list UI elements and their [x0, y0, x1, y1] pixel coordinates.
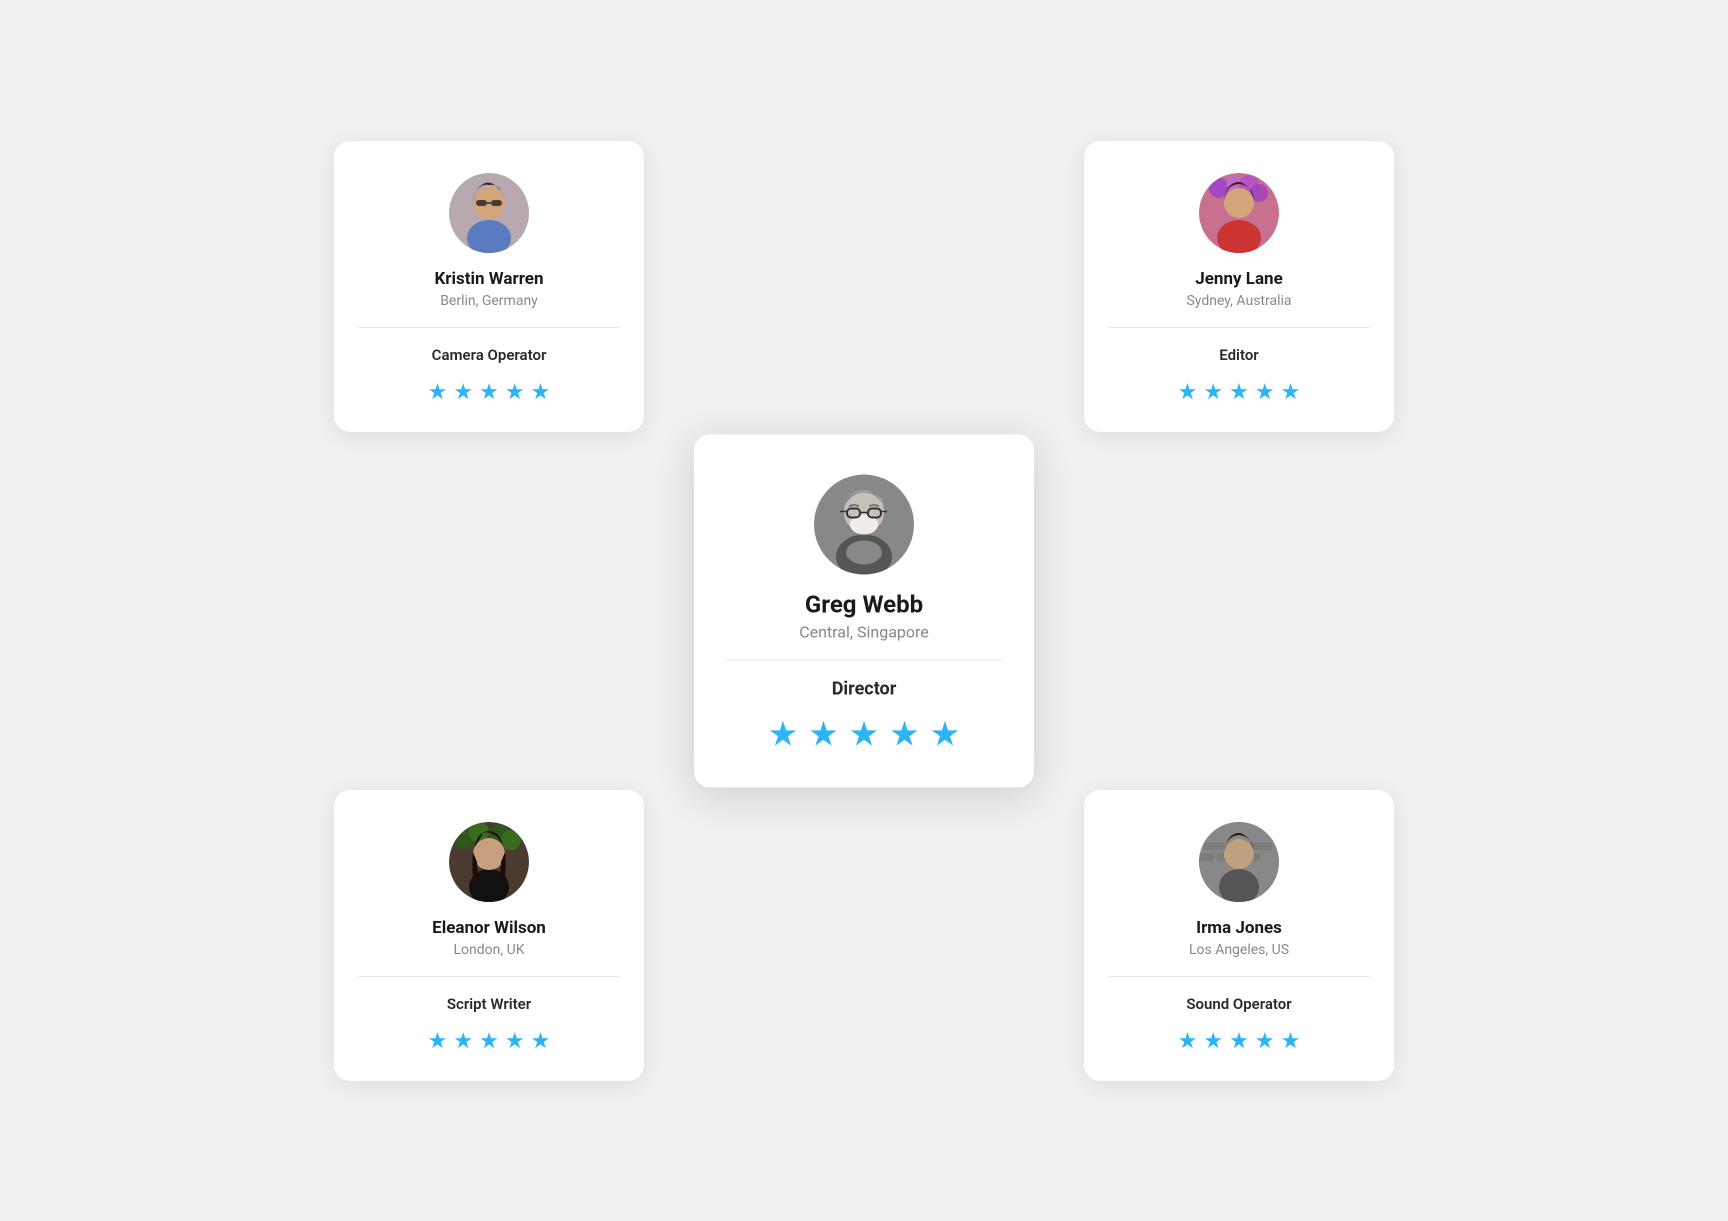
name-greg: Greg Webb	[805, 590, 923, 618]
role-greg: Director	[832, 678, 897, 699]
star-5: ★	[1281, 382, 1301, 404]
star-3: ★	[1229, 1031, 1249, 1053]
location-greg: Central, Singapore	[799, 622, 929, 641]
role-jenny: Editor	[1219, 346, 1258, 364]
star-1: ★	[428, 382, 448, 404]
star-4: ★	[505, 382, 525, 404]
name-kristin: Kristin Warren	[435, 269, 544, 289]
star-5: ★	[531, 1031, 551, 1053]
avatar-jenny	[1199, 173, 1279, 253]
stars-kristin: ★ ★ ★ ★ ★	[428, 382, 551, 404]
divider	[1108, 976, 1370, 977]
star-5: ★	[531, 382, 551, 404]
divider	[358, 976, 620, 977]
star-1: ★	[1178, 1031, 1198, 1053]
cards-scene: Kristin Warren Berlin, Germany Camera Op…	[314, 121, 1414, 1101]
name-jenny: Jenny Lane	[1195, 269, 1283, 289]
star-3: ★	[1229, 382, 1249, 404]
role-irma: Sound Operator	[1186, 995, 1291, 1013]
star-1: ★	[1178, 382, 1198, 404]
card-kristin-warren[interactable]: Kristin Warren Berlin, Germany Camera Op…	[334, 141, 644, 432]
name-irma: Irma Jones	[1196, 918, 1282, 938]
location-jenny: Sydney, Australia	[1186, 293, 1291, 309]
star-4: ★	[1255, 382, 1275, 404]
stars-greg: ★ ★ ★ ★ ★	[768, 717, 960, 751]
star-5: ★	[930, 717, 960, 751]
card-jenny-lane[interactable]: Jenny Lane Sydney, Australia Editor ★ ★ …	[1084, 141, 1394, 432]
role-kristin: Camera Operator	[432, 346, 547, 364]
divider	[358, 327, 620, 328]
card-greg-webb[interactable]: Greg Webb Central, Singapore Director ★ …	[694, 434, 1034, 787]
star-4: ★	[505, 1031, 525, 1053]
star-4: ★	[889, 717, 919, 751]
star-2: ★	[453, 382, 473, 404]
divider	[1108, 327, 1370, 328]
star-4: ★	[1255, 1031, 1275, 1053]
star-1: ★	[768, 717, 798, 751]
avatar-kristin	[449, 173, 529, 253]
role-eleanor: Script Writer	[447, 995, 531, 1013]
location-eleanor: London, UK	[454, 942, 525, 958]
star-2: ★	[1203, 1031, 1223, 1053]
star-3: ★	[479, 1031, 499, 1053]
star-3: ★	[849, 717, 879, 751]
card-eleanor-wilson[interactable]: Eleanor Wilson London, UK Script Writer …	[334, 790, 644, 1081]
name-eleanor: Eleanor Wilson	[432, 918, 546, 938]
stars-eleanor: ★ ★ ★ ★ ★	[428, 1031, 551, 1053]
avatar-irma	[1199, 822, 1279, 902]
star-2: ★	[453, 1031, 473, 1053]
star-5: ★	[1281, 1031, 1301, 1053]
stars-irma: ★ ★ ★ ★ ★	[1178, 1031, 1301, 1053]
star-2: ★	[808, 717, 838, 751]
stars-jenny: ★ ★ ★ ★ ★	[1178, 382, 1301, 404]
divider	[726, 659, 1002, 660]
star-2: ★	[1203, 382, 1223, 404]
avatar-eleanor	[449, 822, 529, 902]
card-irma-jones[interactable]: Irma Jones Los Angeles, US Sound Operato…	[1084, 790, 1394, 1081]
location-kristin: Berlin, Germany	[440, 293, 538, 309]
avatar-greg	[814, 474, 914, 574]
star-1: ★	[428, 1031, 448, 1053]
location-irma: Los Angeles, US	[1189, 942, 1289, 958]
star-3: ★	[479, 382, 499, 404]
